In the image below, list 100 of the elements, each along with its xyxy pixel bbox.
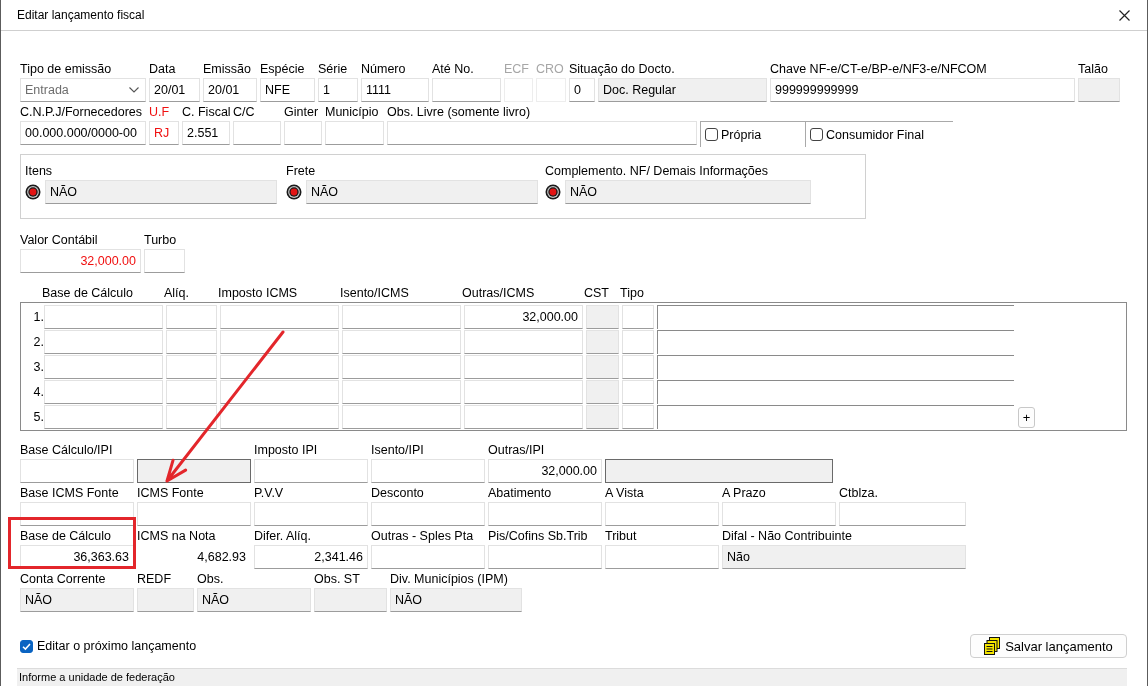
readonly-field	[586, 355, 619, 379]
window-title: Editar lançamento fiscal	[17, 8, 145, 22]
column-header: Alíq.	[164, 285, 189, 301]
row-number: 3.	[33, 359, 44, 376]
row-number: 2.	[33, 334, 44, 351]
readonly-field: NÃO	[197, 588, 311, 612]
readonly-field: NÃO	[20, 588, 134, 612]
row-number: 1.	[33, 309, 44, 326]
readonly-field	[586, 330, 619, 354]
field-label: Turbo	[144, 232, 177, 249]
text-field[interactable]: 1	[318, 78, 358, 102]
number-field[interactable]: 36,363.63	[20, 545, 134, 569]
number-field[interactable]: 32,000.00	[464, 305, 583, 329]
column-header: Outras/ICMS	[462, 285, 535, 301]
field-label: CRO	[536, 61, 564, 78]
row-number: 5.	[33, 409, 44, 426]
field-label: Até No.	[432, 61, 474, 78]
field-label: Tribut	[605, 528, 637, 545]
field-label: Complemento. NF/ Demais Informações	[545, 163, 768, 180]
text-field[interactable]: RJ	[149, 121, 179, 145]
field-label: A Prazo	[722, 485, 766, 502]
field-label: Base Cálculo/IPI	[20, 442, 113, 459]
field-label: U.F	[149, 104, 170, 121]
text-field[interactable]: NFE	[260, 78, 315, 102]
readonly-field: NÃO	[565, 180, 811, 204]
field-label: Abatimento	[488, 485, 552, 502]
readonly-field	[586, 305, 619, 329]
field-label: Base de Cálculo	[20, 528, 112, 545]
add-button[interactable]: +	[1018, 407, 1035, 428]
field-label: ICMS na Nota	[137, 528, 216, 545]
readonly-field: Não	[722, 545, 966, 569]
field-label: Chave NF-e/CT-e/BP-e/NF3-e/NFCOM	[770, 61, 987, 78]
field-label: A Vista	[605, 485, 644, 502]
field-label: Emissão	[203, 61, 251, 78]
field-label: Itens	[25, 163, 53, 180]
field-label: ICMS Fonte	[137, 485, 204, 502]
field-label: Número	[361, 61, 406, 78]
readonly-field: Doc. Regular	[598, 78, 767, 102]
text-field[interactable]: 2.551	[182, 121, 230, 145]
status-bar: Informe a unidade de federação	[17, 668, 1127, 686]
column-header: CST	[584, 285, 609, 301]
field-label: P.V.V	[254, 485, 284, 502]
checkbox[interactable]	[810, 128, 823, 141]
target-icon	[545, 184, 561, 200]
field-label: Frete	[286, 163, 316, 180]
field-label: Outras - Sples Pta	[371, 528, 474, 545]
dropdown[interactable]: Entrada	[20, 78, 146, 102]
field-label: C.N.P.J/Fornecedores	[20, 104, 143, 121]
field-label: Obs.	[197, 571, 224, 588]
field-label: Valor Contábil	[20, 232, 98, 249]
checkbox-label[interactable]: Editar o próximo lançamento	[37, 639, 197, 653]
readonly-field: NÃO	[390, 588, 522, 612]
column-header: Imposto ICMS	[218, 285, 298, 301]
save-button[interactable]: Salvar lançamento	[970, 634, 1127, 658]
text-field[interactable]: 0	[569, 78, 595, 102]
field-label: Data	[149, 61, 176, 78]
text-field[interactable]: 1111	[361, 78, 429, 102]
file-stack-icon	[984, 637, 1001, 655]
target-icon	[286, 184, 302, 200]
text-field[interactable]	[657, 380, 1014, 404]
close-icon	[1119, 9, 1130, 21]
number-field[interactable]: 32,000.00	[488, 459, 602, 483]
checkbox-label[interactable]: Consumidor Final	[826, 127, 924, 142]
checkbox[interactable]	[20, 639, 33, 653]
text-field[interactable]: 00.000.000/0000-00	[20, 121, 146, 145]
field-label: Ginter	[284, 104, 319, 121]
readonly-field	[137, 588, 194, 612]
close-button[interactable]	[1117, 7, 1132, 23]
field-label: Pis/Cofins Sb.Trib	[488, 528, 588, 545]
field-label: Desconto	[371, 485, 424, 502]
field-label: ECF	[504, 61, 529, 78]
field-label: Difal - Não Contribuinte	[722, 528, 852, 545]
readonly-field: NÃO	[45, 180, 277, 204]
field-label: Tipo de emissão	[20, 61, 112, 78]
text-field[interactable]: 20/01	[149, 78, 200, 102]
column-header: Base de Cálculo	[42, 285, 134, 301]
field-label: Situação do Docto.	[569, 61, 675, 78]
number-field[interactable]: 32,000.00	[20, 249, 141, 273]
text-field[interactable]	[657, 355, 1014, 379]
text-field[interactable]: 999999999999	[770, 78, 1075, 102]
column-header: Tipo	[620, 285, 644, 301]
text-field[interactable]: 20/01	[203, 78, 257, 102]
text-field[interactable]	[657, 330, 1014, 354]
checkbox[interactable]	[705, 128, 718, 141]
field-label: Espécie	[260, 61, 305, 78]
checkbox-label[interactable]: Própria	[721, 127, 762, 142]
field-label: Ctblza.	[839, 485, 878, 502]
field-label: Série	[318, 61, 348, 78]
chevron-down-icon	[129, 87, 139, 93]
field-label: Talão	[1078, 61, 1108, 78]
text-field[interactable]	[657, 405, 1014, 429]
field-label: C/C	[233, 104, 255, 121]
number-field[interactable]: 2,341.46	[254, 545, 368, 569]
field-label: Obs. ST	[314, 571, 360, 588]
field-label: Município	[325, 104, 379, 121]
field-label: REDF	[137, 571, 172, 588]
text-field[interactable]	[657, 305, 1014, 329]
field-label: Imposto IPI	[254, 442, 318, 459]
readonly-field: NÃO	[306, 180, 538, 204]
readonly-field	[586, 380, 619, 404]
